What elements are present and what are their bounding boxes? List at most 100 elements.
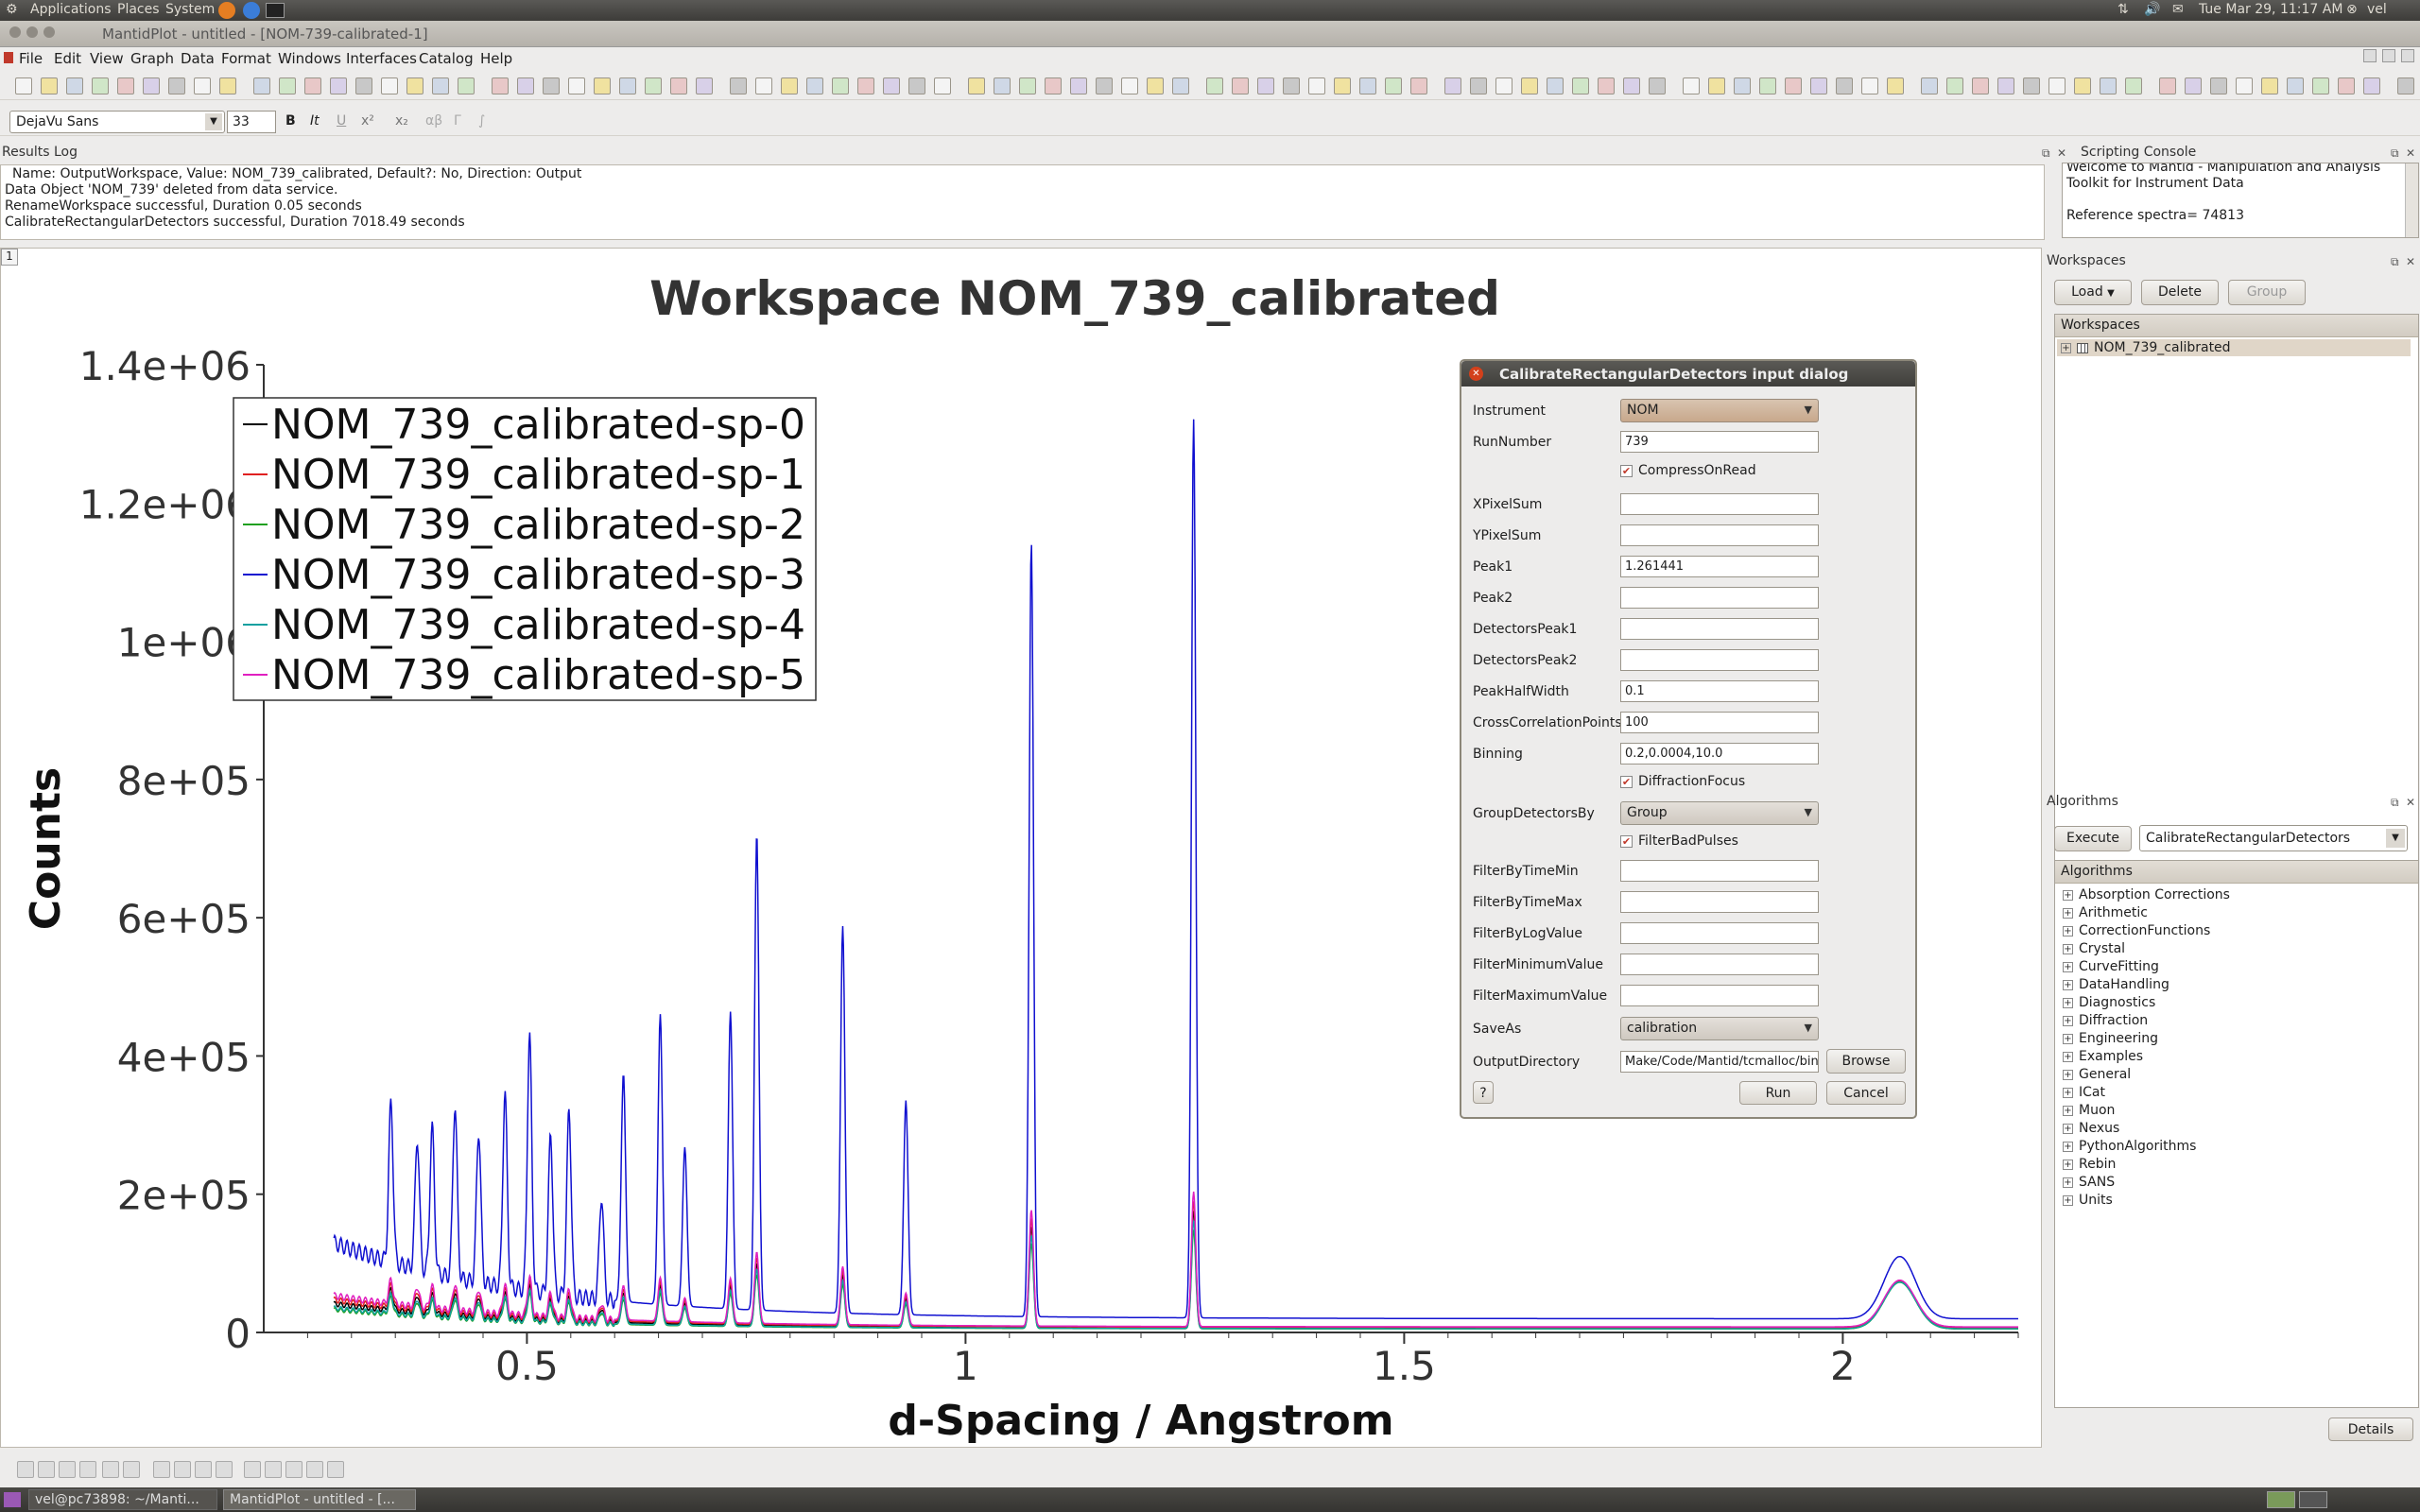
filterbylogvalue-input[interactable]	[1620, 922, 1819, 944]
plot-tool-icon[interactable]	[79, 1461, 96, 1478]
toolbar-tool-icon[interactable]	[857, 77, 874, 94]
toolbar-tool-icon[interactable]	[2023, 77, 2040, 94]
toolbar-tool-icon[interactable]	[1921, 77, 1938, 94]
detectorspeak1-input[interactable]	[1620, 618, 1819, 640]
toolbar-tool-icon[interactable]	[645, 77, 662, 94]
toolbar-tool-icon[interactable]	[406, 77, 424, 94]
checkmark-icon[interactable]: ✔	[1620, 834, 1633, 848]
toolbar-tool-icon[interactable]	[1096, 77, 1113, 94]
load-button[interactable]: Load ▼	[2054, 280, 2132, 305]
toolbar-tool-icon[interactable]	[1861, 77, 1878, 94]
toolbar-tool-icon[interactable]	[1147, 77, 1164, 94]
toolbar-tool-icon[interactable]	[696, 77, 713, 94]
expand-icon[interactable]: +	[2063, 1177, 2073, 1188]
toolbar-tool-icon[interactable]	[1070, 77, 1087, 94]
scripting-console[interactable]: Welcome to Mantid - Manipulation and Ana…	[2062, 163, 2419, 238]
delete-button[interactable]: Delete	[2141, 280, 2219, 305]
algorithm-category[interactable]: + CorrectionFunctions	[2063, 923, 2210, 938]
saveas-select[interactable]: calibration ▼	[1620, 1017, 1819, 1040]
filterminimumvalue-input[interactable]	[1620, 954, 1819, 975]
algorithm-category[interactable]: + Examples	[2063, 1049, 2143, 1064]
plot-tool-icon[interactable]	[285, 1461, 302, 1478]
workspace-item[interactable]: + NOM_739_calibrated	[2057, 339, 2411, 356]
peak1-input[interactable]: 1.261441	[1620, 556, 1819, 577]
group-button[interactable]: Group	[2228, 280, 2306, 305]
toolbar-tool-icon[interactable]	[1946, 77, 1963, 94]
results-log[interactable]: Name: OutputWorkspace, Value: NOM_739_ca…	[0, 164, 2045, 240]
font-family-select[interactable]: DejaVu Sans ▼	[9, 111, 225, 133]
toolbar-tool-icon[interactable]	[2048, 77, 2066, 94]
toolbar-tool-icon[interactable]	[543, 77, 560, 94]
user-name[interactable]: vel	[2367, 2, 2387, 17]
workspaces-close-icon[interactable]: ✕	[2406, 255, 2415, 268]
plot-tool-icon[interactable]	[59, 1461, 76, 1478]
menu-catalog[interactable]: Catalog	[419, 50, 474, 67]
binning-input[interactable]: 0.2,0.0004,10.0	[1620, 743, 1819, 765]
algorithm-category[interactable]: + SANS	[2063, 1175, 2115, 1190]
places-menu[interactable]: Places	[117, 2, 160, 17]
workspace-switcher-2[interactable]	[2299, 1491, 2327, 1508]
expand-icon[interactable]: +	[2063, 1033, 2073, 1044]
toolbar-tool-icon[interactable]	[2100, 77, 2117, 94]
toolbar-tool-icon[interactable]	[1683, 77, 1700, 94]
toolbar-tool-icon[interactable]	[41, 77, 58, 94]
toolbar-tool-icon[interactable]	[2287, 77, 2304, 94]
toolbar-tool-icon[interactable]	[2074, 77, 2091, 94]
bold-button[interactable]: B	[285, 113, 296, 129]
toolbar-tool-icon[interactable]	[1997, 77, 2014, 94]
toolbar-tool-icon[interactable]	[2338, 77, 2355, 94]
toolbar-tool-icon[interactable]	[1283, 77, 1300, 94]
volume-icon[interactable]: 🔊	[2144, 2, 2160, 17]
font-size-spinbox[interactable]: 33	[227, 111, 276, 133]
menu-edit[interactable]: Edit	[54, 50, 81, 67]
toolbar-tool-icon[interactable]	[194, 77, 211, 94]
toolbar-tool-icon[interactable]	[143, 77, 160, 94]
peak2-input[interactable]	[1620, 587, 1819, 609]
crosscorrelationpoints-input[interactable]: 100	[1620, 712, 1819, 733]
expand-icon[interactable]: +	[2063, 925, 2073, 936]
filterbytimemax-input[interactable]	[1620, 891, 1819, 913]
plot-tool-icon[interactable]	[265, 1461, 282, 1478]
toolbar-tool-icon[interactable]	[994, 77, 1011, 94]
close-window-icon[interactable]	[9, 26, 21, 38]
toolbar-tool-icon[interactable]	[806, 77, 823, 94]
toolbar-tool-icon[interactable]	[517, 77, 534, 94]
filterbadpulses-checkbox[interactable]: ✔ FilterBadPulses	[1620, 833, 1738, 849]
toolbar-tool-icon[interactable]	[1708, 77, 1725, 94]
algorithm-category[interactable]: + Arithmetic	[2063, 905, 2148, 920]
expand-icon[interactable]: +	[2063, 943, 2073, 954]
toolbar-tool-icon[interactable]	[304, 77, 321, 94]
greek-upper-button[interactable]: Γ	[454, 113, 461, 129]
toolbar-tool-icon[interactable]	[1172, 77, 1189, 94]
algorithm-category[interactable]: + Muon	[2063, 1103, 2115, 1118]
algorithm-category[interactable]: + Engineering	[2063, 1031, 2158, 1046]
diffractionfocus-checkbox[interactable]: ✔ DiffractionFocus	[1620, 774, 1745, 789]
toolbar-tool-icon[interactable]	[1547, 77, 1564, 94]
plot-tool-icon[interactable]	[38, 1461, 55, 1478]
toolbar-tool-icon[interactable]	[219, 77, 236, 94]
groupdetectorsby-select[interactable]: Group ▼	[1620, 801, 1819, 825]
menu-help[interactable]: Help	[480, 50, 512, 67]
filterbytimemin-input[interactable]	[1620, 860, 1819, 882]
menu-windows[interactable]: Windows	[278, 50, 341, 67]
expand-icon[interactable]: +	[2063, 1069, 2073, 1080]
toolbar-tool-icon[interactable]	[1495, 77, 1512, 94]
workspaces-float-icon[interactable]: ⧉	[2391, 255, 2399, 269]
plot-tool-icon[interactable]	[244, 1461, 261, 1478]
cancel-button[interactable]: Cancel	[1826, 1081, 1906, 1105]
toolbar-tool-icon[interactable]	[2125, 77, 2142, 94]
plot-tool-icon[interactable]	[102, 1461, 119, 1478]
toolbar-tool-icon[interactable]	[15, 77, 32, 94]
algorithm-category[interactable]: + General	[2063, 1067, 2131, 1082]
toolbar-tool-icon[interactable]	[594, 77, 611, 94]
toolbar-tool-icon[interactable]	[1649, 77, 1666, 94]
console-scrollbar[interactable]	[2405, 163, 2418, 237]
terminal-icon[interactable]	[266, 3, 285, 18]
toolbar-tool-icon[interactable]	[2185, 77, 2202, 94]
menu-graph[interactable]: Graph	[130, 50, 174, 67]
toolbar-tool-icon[interactable]	[92, 77, 109, 94]
toolbar-tool-icon[interactable]	[2210, 77, 2227, 94]
run-button[interactable]: Run	[1739, 1081, 1817, 1105]
toolbar-tool-icon[interactable]	[168, 77, 185, 94]
scripting-console-close-icon[interactable]: ✕	[2406, 146, 2415, 160]
